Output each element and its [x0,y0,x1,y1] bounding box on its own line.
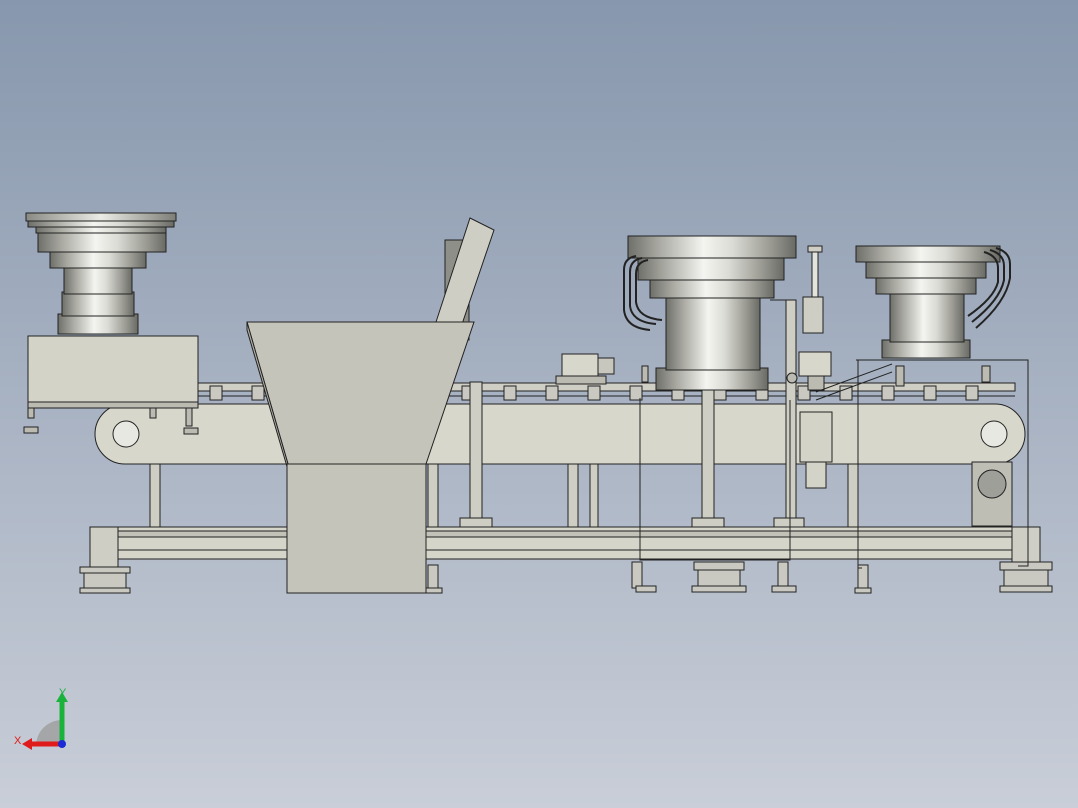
x-axis-arrowhead [22,738,32,750]
cad-viewport[interactable]: Y X [0,0,1078,808]
conveyor-puck [251,385,265,401]
x-axis-label: X [14,735,22,747]
z-axis-dot [58,740,66,748]
coordinate-triad-icon: Y X [14,687,68,750]
conveyor-puck [881,385,895,401]
conveyor-puck [629,385,643,401]
conveyor-puck [587,385,601,401]
y-axis-label: Y [59,687,67,699]
machine-model[interactable] [0,0,1078,808]
conveyor-puck [209,385,223,401]
conveyor-puck [839,385,853,401]
conveyor-puck [503,385,517,401]
conveyor-puck [965,385,979,401]
conveyor-puck [923,385,937,401]
conveyor-puck [545,385,559,401]
